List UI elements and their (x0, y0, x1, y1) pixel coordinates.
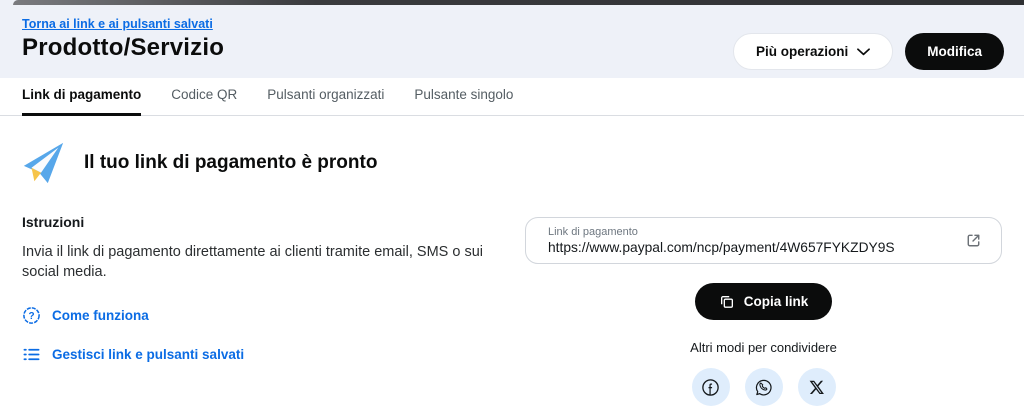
copy-link-label: Copia link (743, 294, 809, 309)
list-icon (22, 345, 41, 364)
how-it-works-label: Come funziona (52, 308, 149, 324)
svg-text:?: ? (28, 311, 34, 322)
copy-link-button[interactable]: Copia link (694, 283, 833, 320)
share-heading: Altri modi per condividere (690, 340, 837, 355)
hero-heading: Il tuo link di pagamento è pronto (84, 152, 378, 173)
instructions-body: Invia il link di pagamento direttamente … (22, 244, 483, 280)
more-operations-button[interactable]: Più operazioni (732, 33, 894, 70)
tab-link-di-pagamento[interactable]: Link di pagamento (22, 87, 142, 116)
window-top-strip (13, 0, 1024, 5)
paper-plane-icon (20, 140, 66, 186)
page-title: Prodotto/Servizio (22, 34, 225, 61)
whatsapp-icon (753, 377, 774, 398)
back-to-saved-links-link[interactable]: Torna ai link e ai pulsanti salvati (22, 17, 213, 31)
tab-pulsanti-organizzati[interactable]: Pulsanti organizzati (267, 87, 384, 116)
more-operations-label: Più operazioni (755, 44, 849, 59)
payment-link-label: Link di pagamento (548, 226, 638, 238)
share-options-row (691, 368, 836, 406)
page-header: Torna ai link e ai pulsanti salvati Prod… (0, 0, 1024, 78)
facebook-icon (700, 377, 721, 398)
x-icon (807, 378, 826, 397)
tab-bar: Link di pagamento Codice QR Pulsanti org… (0, 78, 1024, 116)
share-whatsapp-button[interactable] (744, 368, 783, 406)
payment-link-section: Link di pagamento https://www.paypal.com… (525, 217, 1002, 406)
how-it-works-link[interactable]: ? Come funziona (22, 306, 502, 325)
tab-pulsante-singolo[interactable]: Pulsante singolo (414, 87, 513, 116)
edit-button[interactable]: Modifica (905, 33, 1004, 70)
payment-link-field[interactable]: Link di pagamento https://www.paypal.com… (525, 217, 1002, 264)
help-badge-icon: ? (22, 306, 41, 325)
hero-section: Il tuo link di pagamento è pronto (20, 140, 377, 186)
header-actions: Più operazioni Modifica (732, 33, 1004, 70)
share-x-button[interactable] (797, 368, 836, 406)
payment-link-texts: Link di pagamento https://www.paypal.com… (548, 226, 962, 255)
instructions-section: Istruzioni Invia il link di pagamento di… (22, 214, 502, 364)
manage-saved-links-label: Gestisci link e pulsanti salvati (52, 347, 245, 363)
copy-icon (719, 294, 735, 310)
share-facebook-button[interactable] (691, 368, 730, 406)
edit-button-label: Modifica (927, 44, 982, 59)
payment-link-value: https://www.paypal.com/ncp/payment/4W657… (548, 240, 895, 255)
chevron-down-icon (857, 47, 871, 56)
manage-saved-links-link[interactable]: Gestisci link e pulsanti salvati (22, 345, 502, 364)
open-link-icon[interactable] (962, 229, 985, 252)
instructions-heading: Istruzioni (22, 214, 85, 230)
tab-codice-qr[interactable]: Codice QR (171, 87, 237, 116)
